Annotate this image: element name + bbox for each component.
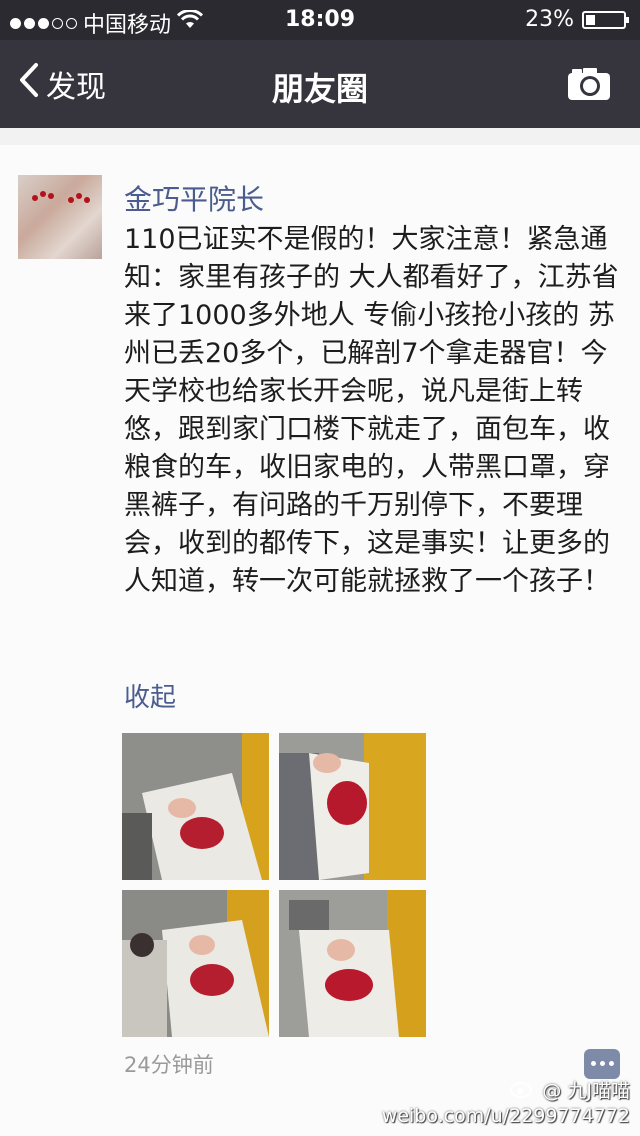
page-title: 朋友圈 xyxy=(271,70,368,108)
battery-percent: 23% xyxy=(525,7,574,32)
comment-icon[interactable] xyxy=(584,1049,620,1079)
post-photo[interactable] xyxy=(122,890,269,1037)
status-bar: 中国移动 18:09 23% xyxy=(0,0,640,40)
post-photo[interactable] xyxy=(279,890,426,1037)
post-timestamp: 24分钟前 xyxy=(124,1053,214,1077)
camera-icon[interactable] xyxy=(566,66,612,106)
watermark-url: weibo.com/u/2299774772 xyxy=(381,1105,630,1127)
collapse-link[interactable]: 收起 xyxy=(124,677,176,714)
weibo-logo-icon xyxy=(510,1078,536,1104)
post-photo[interactable] xyxy=(279,733,426,880)
post-text: 110已证实不是假的！大家注意！紧急通知：家里有孩子的 大人都看好了，江苏省来了… xyxy=(124,224,619,597)
battery-icon xyxy=(582,10,629,29)
author-name[interactable]: 金巧平院长 xyxy=(124,178,264,218)
watermark-user: @ 九J喵喵 xyxy=(382,1078,630,1104)
avatar[interactable] xyxy=(18,175,102,259)
status-right: 23% xyxy=(525,7,629,32)
weibo-watermark: @ 九J喵喵 weibo.com/u/2299774772 xyxy=(382,1078,630,1128)
photo-grid xyxy=(122,733,426,1037)
nav-bar: 发现 朋友圈 xyxy=(0,40,640,128)
watermark-username: @ 九J喵喵 xyxy=(542,1080,630,1102)
moments-feed: 金巧平院长 110已证实不是假的！大家注意！紧急通知：家里有孩子的 大人都看好了… xyxy=(0,145,640,1136)
post-photo[interactable] xyxy=(122,733,269,880)
